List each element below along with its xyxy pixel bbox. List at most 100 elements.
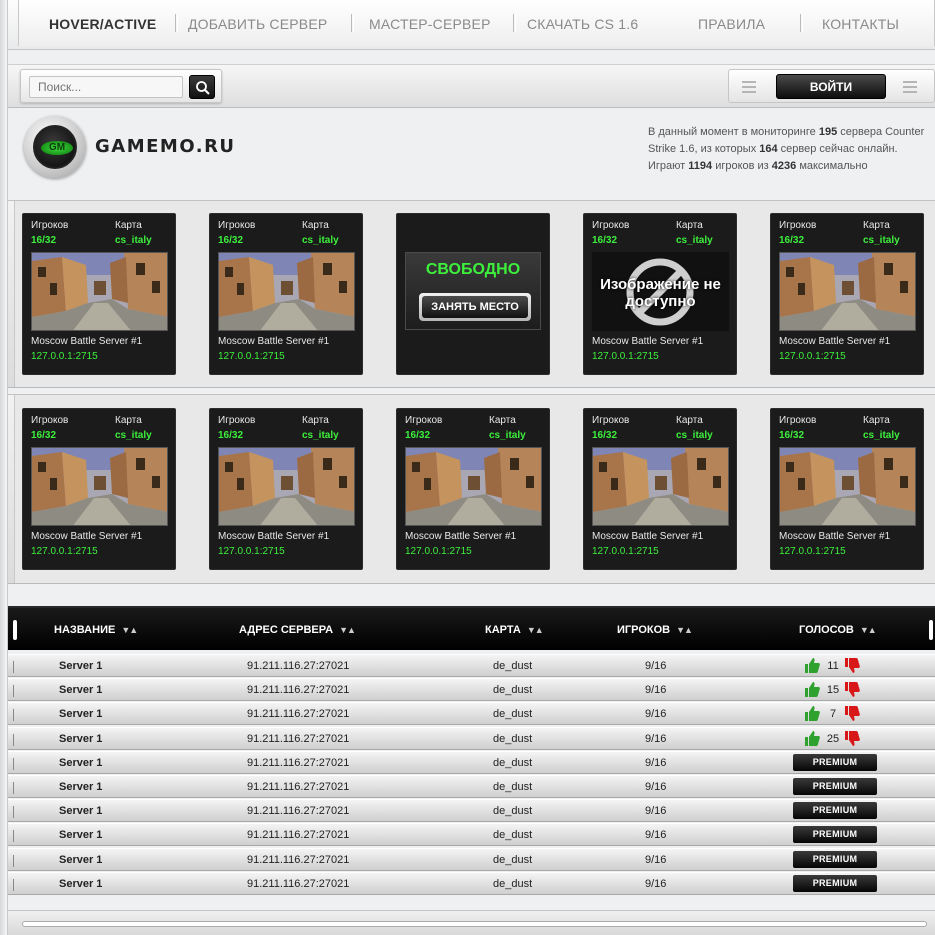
map-cell: de_dust xyxy=(493,877,533,890)
server-ip: 127.0.0.1:2715 xyxy=(779,351,846,362)
thumbs-up-icon[interactable] xyxy=(804,730,820,747)
sort-icon: ▼▲ xyxy=(526,625,544,635)
premium-badge[interactable]: PREMIUM xyxy=(793,753,877,771)
server-card[interactable]: Игроков Карта 16/32 cs_italy Moscow Battle S… xyxy=(22,408,176,570)
server-card[interactable]: Игроков Карта 16/32 cs_italy Moscow Battle S… xyxy=(209,408,363,570)
premium-badge[interactable]: PREMIUM xyxy=(793,874,877,892)
map-cell: de_dust xyxy=(493,708,533,721)
server-name-cell[interactable]: Server 1 xyxy=(59,829,102,841)
players-cell: 9/16 xyxy=(645,732,667,745)
table-row[interactable]: Server 1 91.211.116.27:27021 de_dust 9/16 PR… xyxy=(8,799,935,823)
server-address-cell[interactable]: 91.211.116.27:27021 xyxy=(247,854,349,866)
map-preview-image xyxy=(780,253,915,330)
take-slot-label: ЗАНЯТЬ МЕСТО xyxy=(422,296,528,318)
server-address-cell[interactable]: 91.211.116.27:27021 xyxy=(247,757,349,769)
server-name: Moscow Battle Server #1 xyxy=(405,531,517,542)
server-name-cell[interactable]: Server 1 xyxy=(59,733,102,745)
search-button[interactable] xyxy=(189,75,215,99)
server-name-cell[interactable]: Server 1 xyxy=(59,878,102,890)
sort-icon: ▼▲ xyxy=(121,625,138,635)
premium-badge[interactable]: PREMIUM xyxy=(793,778,877,795)
server-card[interactable]: Игроков Карта 16/32 cs_italy Moscow Battle S… xyxy=(770,213,924,375)
menu-icon[interactable] xyxy=(903,81,917,93)
menu-icon[interactable] xyxy=(742,81,756,93)
table-row[interactable]: Server 1 91.211.116.27:27021 de_dust 9/16 7 xyxy=(8,702,935,726)
nav-separator xyxy=(175,14,178,32)
thumbs-down-icon[interactable] xyxy=(844,730,860,747)
premium-badge[interactable]: PREMIUM xyxy=(793,850,877,868)
thumbs-down-icon[interactable] xyxy=(844,657,860,674)
nav-item-rules[interactable]: ПРАВИЛА xyxy=(698,16,765,32)
server-name-cell[interactable]: Server 1 xyxy=(59,757,102,769)
column-address[interactable]: АДРЕС СЕРВЕРА ▼▲ xyxy=(239,624,356,636)
server-address-cell[interactable]: 91.211.116.27:27021 xyxy=(247,708,349,720)
server-name-cell[interactable]: Server 1 xyxy=(59,708,102,720)
map-cell: de_dust xyxy=(493,660,533,672)
footer-scroll[interactable] xyxy=(22,921,927,927)
column-votes[interactable]: ГОЛОСОВ ▼▲ xyxy=(799,624,877,636)
players-cell: 9/16 xyxy=(645,853,667,866)
row-grip xyxy=(13,733,15,746)
server-name-cell[interactable]: Server 1 xyxy=(59,854,102,866)
votes-widget: 11 xyxy=(804,657,864,675)
server-card[interactable]: Игроков Карта 16/32 cs_italy Moscow Battle S… xyxy=(22,213,176,375)
map-preview-image xyxy=(780,448,915,525)
server-address-cell[interactable]: 91.211.116.27:27021 xyxy=(247,805,349,817)
site-name[interactable]: GAMEMO.RU xyxy=(95,136,236,157)
server-name-cell[interactable]: Server 1 xyxy=(59,781,102,793)
players-value: 16/32 xyxy=(218,430,244,441)
map-value: cs_italy xyxy=(489,430,526,441)
server-card[interactable]: Игроков Карта 16/32 cs_italy Moscow Battle S… xyxy=(396,408,550,570)
server-name: Moscow Battle Server #1 xyxy=(779,336,891,347)
table-row[interactable]: Server 1 91.211.116.27:27021 de_dust 9/16 PR… xyxy=(8,750,935,774)
server-card[interactable]: Игроков Карта 16/32 cs_italy Moscow Battle S… xyxy=(770,408,924,570)
players-value: 16/32 xyxy=(592,430,618,441)
server-name-cell[interactable]: Server 1 xyxy=(59,805,102,817)
server-address-cell[interactable]: 91.211.116.27:27021 xyxy=(247,878,349,890)
nav-item-master-server[interactable]: МАСТЕР-СЕРВЕР xyxy=(369,16,491,32)
table-row[interactable]: Server 1 91.211.116.27:27021 de_dust 9/16 11 xyxy=(8,654,935,677)
server-card[interactable]: Игроков Карта 16/32 cs_italy Moscow Battle S… xyxy=(583,408,737,570)
server-address-cell[interactable]: 91.211.116.27:27021 xyxy=(247,660,349,672)
logo[interactable]: GM xyxy=(24,116,86,178)
search-input[interactable] xyxy=(29,76,183,98)
premium-badge[interactable]: PREMIUM xyxy=(793,802,877,820)
thumbs-up-icon[interactable] xyxy=(804,705,820,722)
thumbs-down-icon[interactable] xyxy=(844,705,860,722)
votes-widget: 25 xyxy=(804,730,864,748)
column-name[interactable]: НАЗВАНИЕ ▼▲ xyxy=(54,624,138,636)
nav-item-download-cs[interactable]: СКАЧАТЬ CS 1.6 xyxy=(527,16,638,32)
free-slot-title: СВОБОДНО xyxy=(425,261,521,278)
server-address-cell[interactable]: 91.211.116.27:27021 xyxy=(247,829,349,841)
login-button[interactable]: ВОЙТИ xyxy=(776,74,886,99)
thumbs-down-icon[interactable] xyxy=(844,681,860,698)
server-address-cell[interactable]: 91.211.116.27:27021 xyxy=(247,684,349,696)
server-name-cell[interactable]: Server 1 xyxy=(59,684,102,696)
column-map[interactable]: КАРТА ▼▲ xyxy=(485,624,544,636)
thumbs-up-icon[interactable] xyxy=(804,657,820,674)
thumbs-up-icon[interactable] xyxy=(804,681,820,698)
row-grip xyxy=(13,830,15,843)
server-card[interactable]: Игроков Карта 16/32 cs_italy Изображение не … xyxy=(583,213,737,375)
nav-item-hover-active[interactable]: HOVER/ACTIVE xyxy=(49,16,156,32)
header-edge xyxy=(13,620,17,640)
server-name-cell[interactable]: Server 1 xyxy=(59,660,102,672)
column-players[interactable]: ИГРОКОВ ▼▲ xyxy=(617,624,693,636)
table-row[interactable]: Server 1 91.211.116.27:27021 de_dust 9/16 PR… xyxy=(8,775,935,798)
premium-badge[interactable]: PREMIUM xyxy=(793,826,877,844)
nav-item-add-server[interactable]: ДОБАВИТЬ СЕРВЕР xyxy=(188,16,327,32)
sort-icon: ▼▲ xyxy=(859,625,877,635)
table-row[interactable]: Server 1 91.211.116.27:27021 de_dust 9/16 15 xyxy=(8,678,935,702)
map-label: Карта xyxy=(863,415,890,426)
table-row[interactable]: Server 1 91.211.116.27:27021 de_dust 9/16 PR… xyxy=(8,823,935,847)
take-slot-button[interactable]: ЗАНЯТЬ МЕСТО xyxy=(419,293,531,321)
table-row[interactable]: Server 1 91.211.116.27:27021 de_dust 9/16 25 xyxy=(8,726,935,750)
table-row[interactable]: Server 1 91.211.116.27:27021 de_dust 9/16 PR… xyxy=(8,847,935,871)
server-address-cell[interactable]: 91.211.116.27:27021 xyxy=(247,781,349,793)
nav-item-contacts[interactable]: КОНТАКТЫ xyxy=(822,16,899,32)
map-value: cs_italy xyxy=(302,430,339,441)
row-grip xyxy=(13,782,15,794)
server-address-cell[interactable]: 91.211.116.27:27021 xyxy=(247,733,349,745)
server-card[interactable]: Игроков Карта 16/32 cs_italy Moscow Battle S… xyxy=(209,213,363,375)
table-row[interactable]: Server 1 91.211.116.27:27021 de_dust 9/16 PR… xyxy=(8,871,935,895)
